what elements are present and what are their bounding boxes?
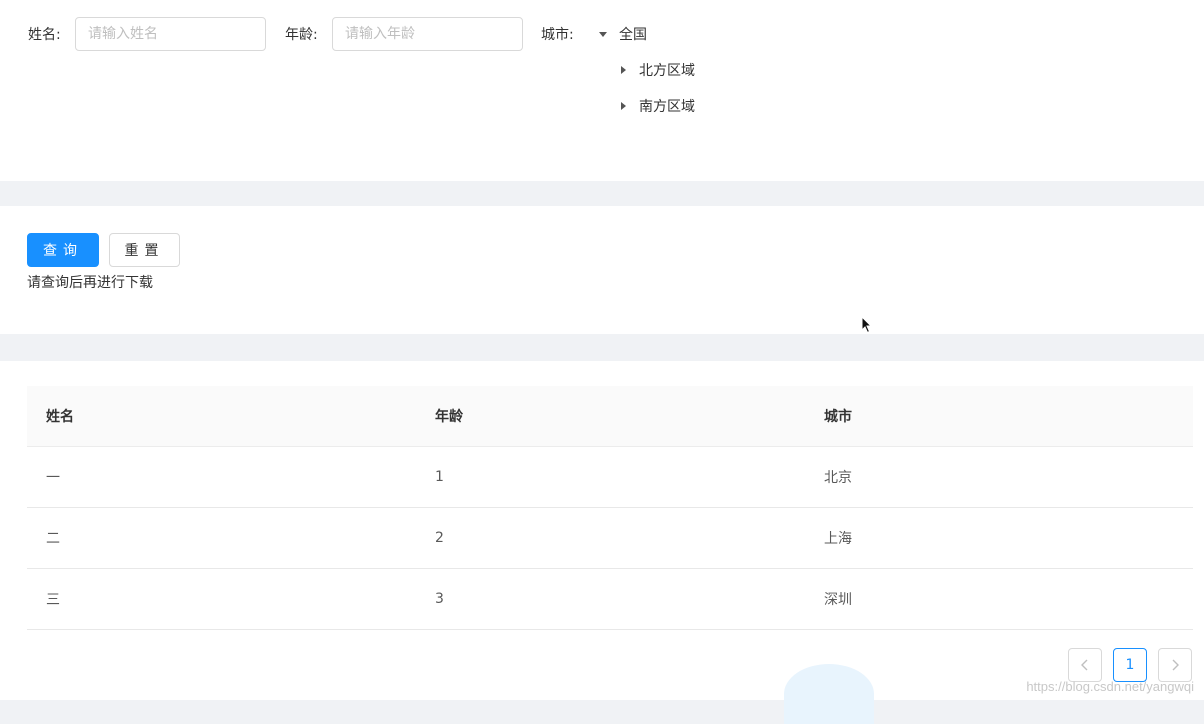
data-table: 姓名 年龄 城市 一 1 北京 二 2 上海 三 3 深圳 — [27, 386, 1193, 630]
cell-age: 3 — [416, 569, 805, 630]
cell-city: 上海 — [805, 508, 1193, 569]
watermark-text: https://blog.csdn.net/yangwqi — [1026, 679, 1194, 694]
caret-right-icon[interactable] — [617, 64, 629, 76]
chevron-right-icon — [1170, 658, 1180, 672]
age-input[interactable] — [332, 17, 523, 51]
search-button[interactable]: 查询 — [27, 233, 99, 267]
city-label: 城市: — [541, 25, 574, 45]
age-label: 年龄: — [285, 25, 318, 45]
cell-city: 北京 — [805, 447, 1193, 508]
download-hint: 请查询后再进行下载 — [27, 272, 153, 292]
chevron-left-icon — [1080, 658, 1090, 672]
tree-node-north[interactable]: 北方区域 — [617, 60, 695, 80]
cell-city: 深圳 — [805, 569, 1193, 630]
page-number-button[interactable]: 1 — [1113, 648, 1147, 682]
prev-page-button[interactable] — [1068, 648, 1102, 682]
table-row: 三 3 深圳 — [27, 569, 1193, 630]
table-panel: 姓名 年龄 城市 一 1 北京 二 2 上海 三 3 深圳 — [0, 361, 1204, 700]
table-header-row: 姓名 年龄 城市 — [27, 386, 1193, 447]
name-input[interactable] — [75, 17, 266, 51]
name-label: 姓名: — [28, 25, 61, 45]
table-row: 二 2 上海 — [27, 508, 1193, 569]
mouse-cursor-icon — [861, 316, 873, 334]
filter-panel: 姓名: 年龄: 城市: 全国 北方区域 南方区域 — [0, 0, 1204, 181]
tree-node-root[interactable]: 全国 — [597, 24, 647, 44]
caret-right-icon[interactable] — [617, 100, 629, 112]
cell-age: 2 — [416, 508, 805, 569]
cell-name: 三 — [27, 569, 416, 630]
tree-node-label[interactable]: 全国 — [619, 24, 647, 44]
decorative-shape — [784, 664, 874, 724]
tree-node-south[interactable]: 南方区域 — [617, 96, 695, 116]
cell-name: 一 — [27, 447, 416, 508]
tree-node-label[interactable]: 北方区域 — [639, 60, 695, 80]
tree-node-label[interactable]: 南方区域 — [639, 96, 695, 116]
cell-name: 二 — [27, 508, 416, 569]
next-page-button[interactable] — [1158, 648, 1192, 682]
column-header-city: 城市 — [805, 386, 1193, 447]
reset-button[interactable]: 重置 — [109, 233, 180, 267]
action-panel: 查询 重置 请查询后再进行下载 — [0, 206, 1204, 334]
column-header-age: 年龄 — [416, 386, 805, 447]
column-header-name: 姓名 — [27, 386, 416, 447]
caret-down-icon[interactable] — [597, 28, 609, 40]
cell-age: 1 — [416, 447, 805, 508]
table-row: 一 1 北京 — [27, 447, 1193, 508]
